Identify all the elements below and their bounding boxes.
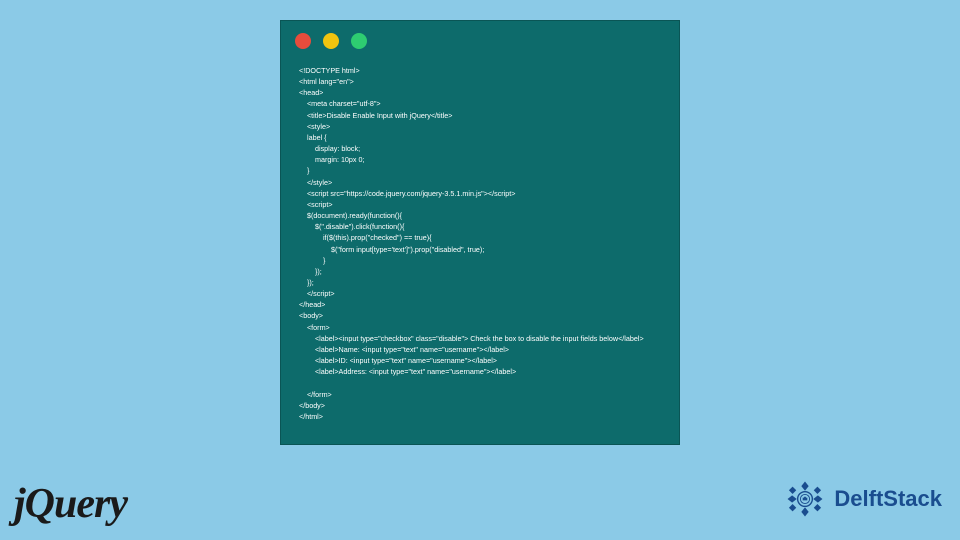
code-window: <!DOCTYPE html> <html lang="en"> <head> … <box>280 20 680 445</box>
delftstack-emblem-icon <box>782 476 828 522</box>
minimize-icon <box>323 33 339 49</box>
jquery-logo: jQuery <box>14 480 127 528</box>
delftstack-text: DelftStack <box>834 486 942 512</box>
code-content: <!DOCTYPE html> <html lang="en"> <head> … <box>281 61 679 432</box>
delftstack-logo: DelftStack <box>782 476 942 522</box>
window-controls <box>281 21 679 61</box>
close-icon <box>295 33 311 49</box>
maximize-icon <box>351 33 367 49</box>
